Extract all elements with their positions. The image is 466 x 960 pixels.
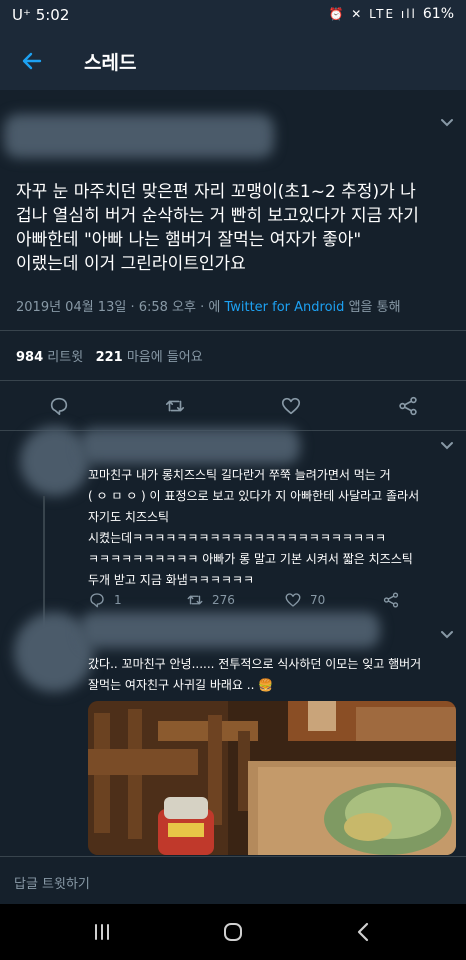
page-title: 스레드 [84,52,137,74]
retweet-count: 276 [212,593,235,607]
status-bar: U⁺ 5:02 ⏰ ✕ LTE ıll 61% [0,0,466,32]
chevron-down-icon[interactable] [440,441,454,451]
battery-level: 61% [422,6,454,22]
reply-retweet-button[interactable]: 276 [186,591,235,609]
reply-text-line: 갔다.. 꼬마친구 안녕...... 전투적으로 식사하던 이모는 잊고 햄버거 [88,657,422,671]
tweet-text-line: 이랬는데 이거 그린라이트인가요 [16,254,246,274]
reply-text-line: 시켰는데ㅋㅋㅋㅋㅋㅋㅋㅋㅋㅋㅋㅋㅋㅋㅋㅋㅋㅋㅋㅋㅋㅋㅋ [88,531,387,545]
reply-text-line: 잘먹는 여자친구 사귀길 바래요 .. 🍔 [88,678,274,692]
clock: 5:02 [35,6,70,24]
chevron-down-icon[interactable] [440,118,454,128]
divider [0,330,466,331]
retweet-label: 리트윗 [43,350,88,365]
recents-icon[interactable] [90,920,114,944]
like-count: 70 [310,593,326,607]
retweet-icon [187,595,203,605]
tweet-stats: 984 리트윗 221 마음에 들어요 [16,346,203,365]
reply-icon [90,593,104,608]
attached-photo[interactable] [88,701,456,855]
thread-line [43,496,45,631]
source-suffix: 앱을 통해 [344,300,401,315]
compose-placeholder[interactable]: 답글 트윗하기 [14,873,90,892]
reply-share-button[interactable] [382,591,400,609]
reply-text-line: ( ㅇ ㅁ ㅇ ) 이 표정으로 보고 있다가 지 아빠한테 사달라고 졸라서 [88,489,420,503]
share-icon [383,592,399,608]
source-link[interactable]: Twitter for Android [224,300,344,315]
reply-text-line: 두개 받고 지금 화냄ㅋㅋㅋㅋㅋㅋ [88,573,255,587]
timestamp-text: 2019년 04월 13일 · 6:58 오후 · 에 [16,300,225,315]
retweet-count[interactable]: 984 [16,350,43,365]
tweet-text-line: 겁나 열심히 버거 순삭하는 거 빤히 보고있다가 지금 자기 [16,206,419,226]
system-nav-bar [0,904,466,960]
reply-text: 꼬마친구 내가 롱치즈스틱 길다란거 쭈쭉 늘려가면서 먹는 거 ( ㅇ ㅁ ㅇ… [88,465,460,591]
reply-avatar-redacted [20,426,90,496]
chevron-down-icon[interactable] [440,630,454,640]
tweet-timestamp: 2019년 04월 13일 · 6:58 오후 · 에 Twitter for … [16,296,401,315]
back-arrow-icon[interactable] [20,49,44,73]
home-icon[interactable] [221,920,245,944]
reply-text-line: 꼬마친구 내가 롱치즈스틱 길다란거 쭈쭉 늘려가면서 먹는 거 [88,468,391,482]
app-bar: 스레드 [0,32,466,90]
reply-author-redacted [80,612,380,648]
status-icons: ⏰ ✕ LTE ıll [328,7,417,21]
tweet-text-line: 자꾸 눈 마주치던 맞은편 자리 꼬맹이(초1~2 추정)가 나 [16,182,416,202]
divider [0,380,466,381]
carrier-label: U⁺ [12,6,31,24]
like-count[interactable]: 221 [96,350,123,365]
share-icon[interactable] [397,395,419,417]
reply-text-line: 자기도 치즈스틱 [88,510,170,524]
heart-icon [285,593,301,607]
reply-text: 갔다.. 꼬마친구 안녕...... 전투적으로 식사하던 이모는 잊고 햄버거… [88,654,460,696]
like-label: 마음에 들어요 [122,350,203,365]
reply-icon[interactable] [48,395,70,417]
retweet-icon[interactable] [164,395,186,417]
reply-text-line: ㅋㅋㅋㅋㅋㅋㅋㅋㅋㅋ 아빠가 롱 말고 기본 시켜서 짧은 치즈스틱 [88,552,413,566]
reply-author-redacted [80,428,300,464]
tweet-text: 자꾸 눈 마주치던 맞은편 자리 꼬맹이(초1~2 추정)가 나 겁나 열심히 … [16,180,456,276]
status-left: U⁺ 5:02 [12,6,69,24]
author-redacted [4,114,274,158]
back-nav-icon[interactable] [352,920,376,944]
restaurant-photo [88,701,456,855]
reply-reply-button[interactable]: 1 [88,591,122,609]
reply-like-button[interactable]: 70 [284,591,325,609]
reply-count: 1 [114,593,122,607]
status-right: ⏰ ✕ LTE ıll 61% [328,6,454,22]
reply-compose-bar[interactable]: 답글 트윗하기 [0,856,466,904]
heart-icon[interactable] [280,395,302,417]
tweet-text-line: 아빠한테 "아빠 나는 햄버거 잘먹는 여자가 좋아" [16,230,362,250]
